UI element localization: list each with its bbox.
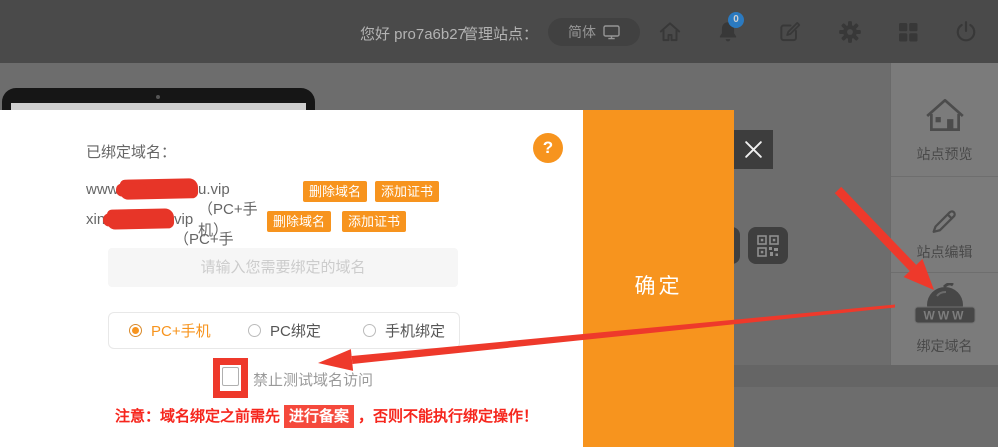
checkbox-label: 禁止测试域名访问 <box>253 369 373 390</box>
sidebar-item-label: 绑定域名 <box>917 336 973 356</box>
right-sidebar: 站点预览 站点编辑 WWW 绑定域名 <box>890 63 998 365</box>
edit-icon <box>777 19 803 45</box>
home-icon <box>657 19 683 45</box>
radio-label: PC绑定 <box>270 320 321 341</box>
filing-link[interactable]: 进行备案 <box>284 405 354 428</box>
radio-label: PC+手机 <box>151 320 211 341</box>
domain-input[interactable] <box>108 248 458 287</box>
radio-mobile-bind[interactable]: 手机绑定 <box>363 313 445 348</box>
sidebar-item-site-preview[interactable]: 站点预览 <box>891 63 998 177</box>
help-button[interactable]: ? <box>533 133 563 163</box>
bind-type-options: PC+手机 PC绑定 手机绑定 <box>108 312 460 349</box>
www-globe-icon: WWW <box>913 283 977 329</box>
annotation-highlight-box <box>213 358 248 398</box>
sidebar-item-label: 站点编辑 <box>917 242 973 262</box>
confirm-button[interactable]: 确定 <box>583 110 734 447</box>
add-certificate-button[interactable]: 添加证书 <box>375 181 439 202</box>
close-icon <box>743 139 764 160</box>
radio-label: 手机绑定 <box>385 320 445 341</box>
bound-domains-label: 已绑定域名： <box>86 141 176 162</box>
qr-code-icon <box>757 235 779 257</box>
background-band <box>734 365 998 387</box>
language-label: 简体 <box>568 22 596 42</box>
manage-site-label: 管理站点： <box>463 23 538 44</box>
monitor-icon <box>603 25 620 40</box>
sidebar-item-bind-domain[interactable]: WWW 绑定域名 <box>891 273 998 364</box>
greeting-text: 您好 pro7a6b27 <box>360 23 466 44</box>
delete-domain-button[interactable]: 删除域名 <box>303 181 367 202</box>
gear-icon <box>837 19 863 45</box>
radio-unselected-icon <box>248 324 261 337</box>
notification-badge: 0 <box>728 12 744 28</box>
redaction-scribble <box>120 178 198 200</box>
sidebar-item-site-edit[interactable]: 站点编辑 <box>891 177 998 273</box>
qr-code-button[interactable] <box>748 227 788 264</box>
top-header: 您好 pro7a6b27 管理站点： 简体 0 <box>0 0 998 63</box>
note-text: 注意：域名绑定之前需先进行备案，否则不能执行绑定操作！ <box>115 405 538 429</box>
page: 您好 pro7a6b27 管理站点： 简体 0 <box>0 0 998 447</box>
note-before: 注意：域名绑定之前需先 <box>115 408 280 425</box>
power-icon <box>953 19 979 45</box>
radio-pc-mobile[interactable]: PC+手机 <box>129 313 211 348</box>
radio-unselected-icon <box>363 324 376 337</box>
note-after: ，否则不能执行绑定操作！ <box>358 408 538 425</box>
bind-domain-modal: ? 已绑定域名： www.x u.vip（PC+手机） 删除域名 添加证书 xi… <box>0 110 583 447</box>
grid-icon <box>896 20 920 44</box>
add-certificate-button[interactable]: 添加证书 <box>342 211 406 232</box>
svg-text:WWW: WWW <box>923 309 966 323</box>
redaction-scribble <box>107 208 174 229</box>
edit-button[interactable] <box>777 19 803 45</box>
radio-pc-bind[interactable]: PC绑定 <box>248 313 321 348</box>
house-icon <box>923 95 967 137</box>
camera-dot <box>156 95 160 99</box>
home-button[interactable] <box>657 19 683 45</box>
settings-button[interactable] <box>837 19 863 45</box>
pencil-icon <box>928 201 962 235</box>
tablet-mockup <box>2 88 315 112</box>
sidebar-item-label: 站点预览 <box>917 144 973 164</box>
confirm-label: 确定 <box>583 270 734 300</box>
language-button[interactable]: 简体 <box>548 18 640 46</box>
radio-selected-icon <box>129 324 142 337</box>
close-button[interactable] <box>734 130 773 169</box>
logout-button[interactable] <box>953 19 979 45</box>
apps-grid-button[interactable] <box>895 19 921 45</box>
delete-domain-button[interactable]: 删除域名 <box>267 211 331 232</box>
